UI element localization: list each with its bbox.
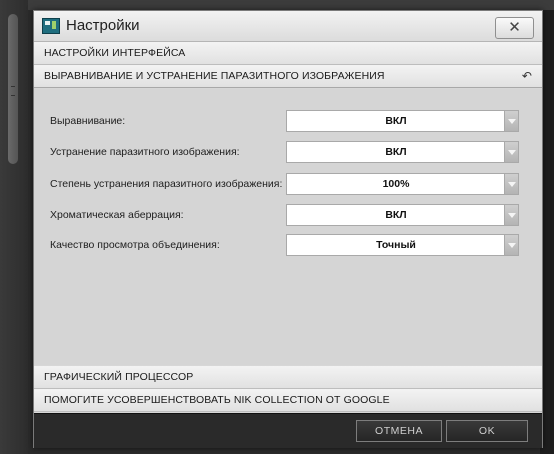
background-toolbar bbox=[28, 0, 554, 10]
chevron-down-icon bbox=[504, 235, 518, 255]
dropdown-merge-preview-quality[interactable]: Точный bbox=[286, 234, 519, 256]
setting-label-ghost-removal: Устранение паразитного изображения: bbox=[50, 146, 240, 158]
dropdown-value: ВКЛ bbox=[385, 146, 407, 158]
app-icon bbox=[42, 18, 60, 34]
chevron-down-icon bbox=[504, 174, 518, 194]
alignment-settings-panel: Выравнивание: ВКЛ Устранение паразитного… bbox=[34, 89, 542, 365]
chevron-down-icon bbox=[504, 142, 518, 162]
dropdown-value: Точный bbox=[376, 239, 416, 251]
chevron-down-icon bbox=[504, 111, 518, 131]
chevron-down-icon bbox=[504, 205, 518, 225]
section-interface-settings[interactable]: НАСТРОЙКИ ИНТЕРФЕЙСА bbox=[34, 42, 542, 65]
dropdown-value: 100% bbox=[382, 178, 410, 190]
setting-label-alignment: Выравнивание: bbox=[50, 115, 126, 127]
background-scrollbar-track bbox=[0, 0, 28, 454]
section-alignment[interactable]: ВЫРАВНИВАНИЕ И УСТРАНЕНИЕ ПАРАЗИТНОГО ИЗ… bbox=[34, 65, 542, 88]
ok-button[interactable]: OK bbox=[446, 420, 528, 442]
section-alignment-label: ВЫРАВНИВАНИЕ И УСТРАНЕНИЕ ПАРАЗИТНОГО ИЗ… bbox=[44, 70, 385, 82]
dropdown-value: ВКЛ bbox=[385, 209, 407, 221]
reset-icon[interactable]: ↶ bbox=[522, 65, 532, 87]
section-gpu[interactable]: ГРАФИЧЕСКИЙ ПРОЦЕССОР bbox=[34, 366, 542, 389]
dropdown-ghost-removal-strength[interactable]: 100% bbox=[286, 173, 519, 195]
dropdown-value: ВКЛ bbox=[385, 115, 407, 127]
setting-label-merge-preview-quality: Качество просмотра объединения: bbox=[50, 239, 220, 251]
dropdown-alignment[interactable]: ВКЛ bbox=[286, 110, 519, 132]
settings-dialog: Настройки ✕ НАСТРОЙКИ ИНТЕРФЕЙСА ВЫРАВНИ… bbox=[33, 10, 543, 448]
section-help-improve[interactable]: ПОМОГИТЕ УСОВЕРШЕНСТВОВАТЬ NIK COLLECTIO… bbox=[34, 389, 542, 412]
close-button[interactable]: ✕ bbox=[495, 17, 534, 39]
setting-label-chromatic-aberration: Хроматическая аберрация: bbox=[50, 209, 184, 221]
dropdown-ghost-removal[interactable]: ВКЛ bbox=[286, 141, 519, 163]
background-scrollbar-thumb[interactable] bbox=[8, 14, 18, 164]
dialog-titlebar: Настройки ✕ bbox=[34, 11, 542, 42]
dropdown-chromatic-aberration[interactable]: ВКЛ bbox=[286, 204, 519, 226]
dialog-title: Настройки bbox=[66, 17, 140, 34]
dialog-footer: ОТМЕНА OK bbox=[34, 413, 542, 448]
scrollbar-grip-icon bbox=[11, 86, 15, 96]
cancel-button[interactable]: ОТМЕНА bbox=[356, 420, 442, 442]
setting-label-ghost-removal-strength: Степень устранения паразитного изображен… bbox=[50, 178, 283, 190]
